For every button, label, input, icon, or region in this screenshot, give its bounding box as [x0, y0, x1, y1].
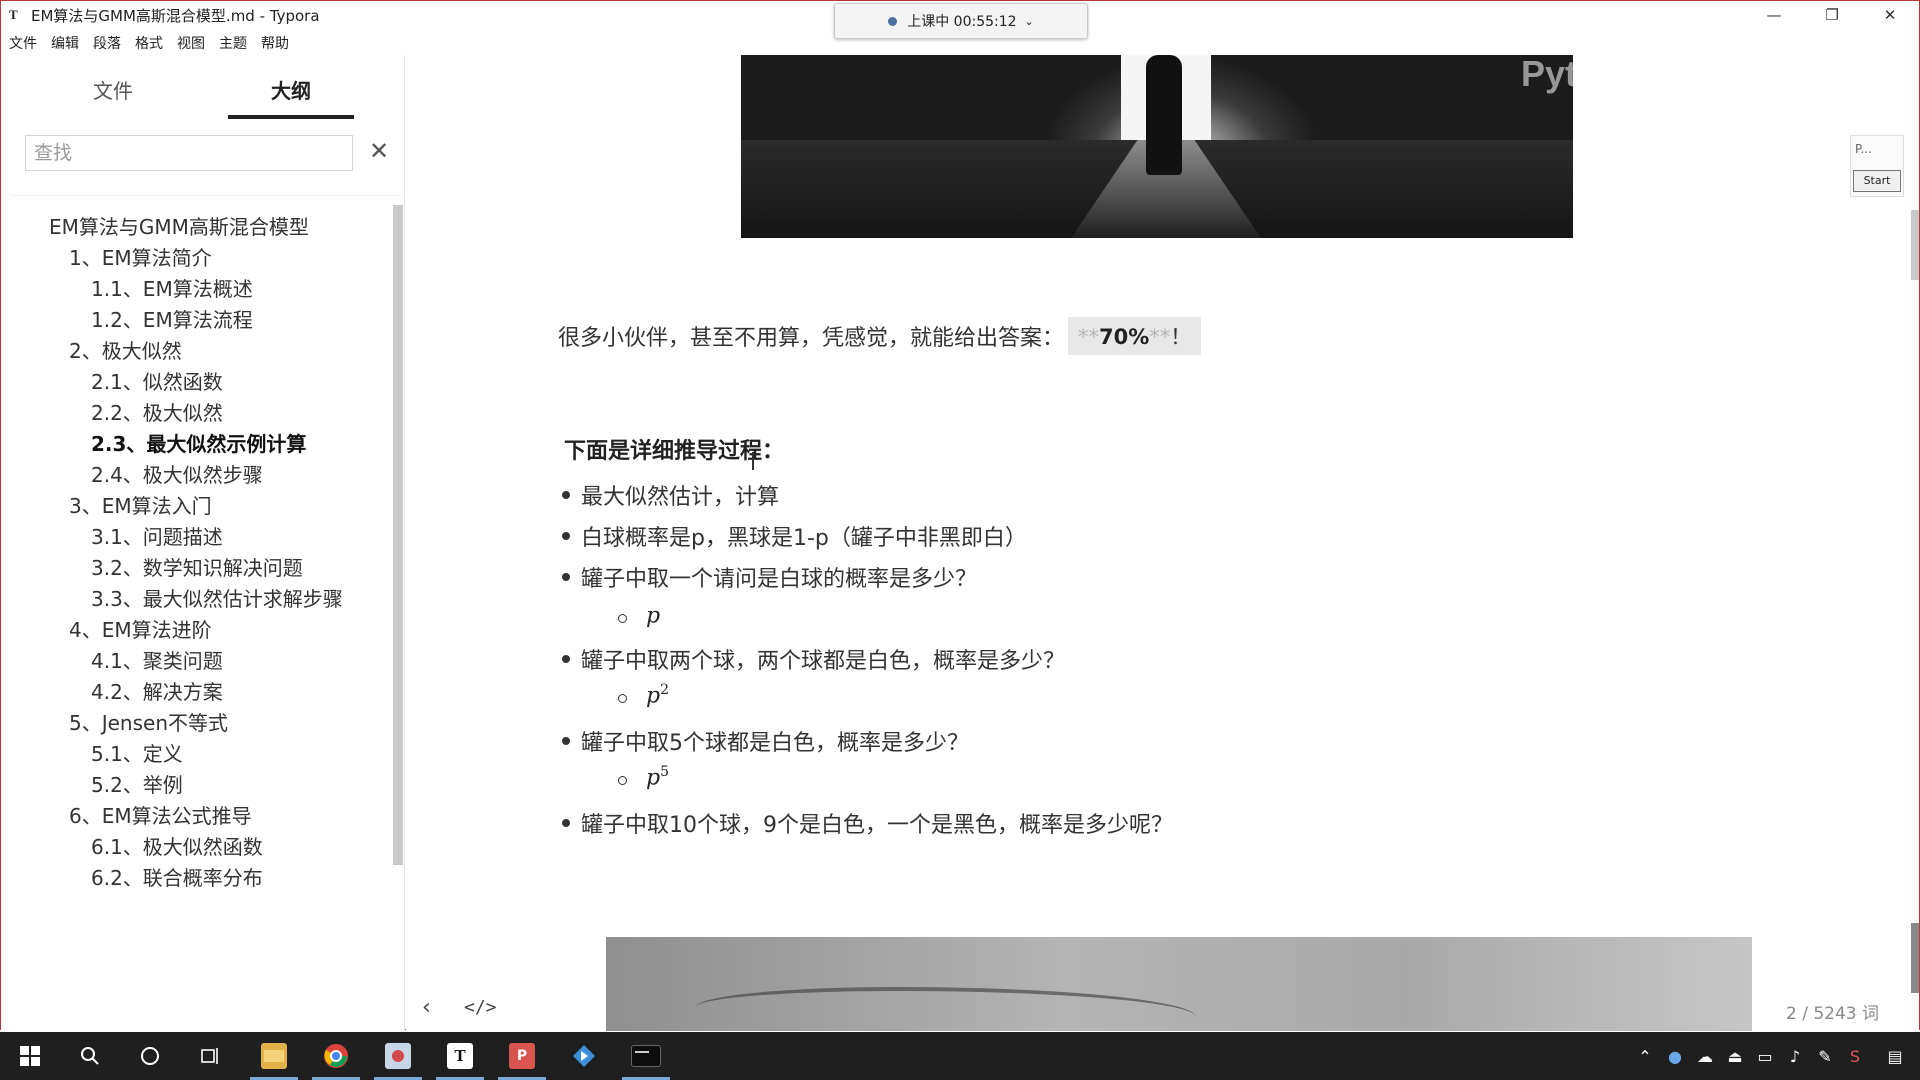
- list-item: 罐子中取10个球，9个是白色，一个是黑色，概率是多少呢？: [562, 807, 1173, 839]
- usb-icon[interactable]: ⏏: [1720, 1047, 1750, 1066]
- notification-icon[interactable]: ▤: [1870, 1047, 1920, 1066]
- ppt-widget: P... Start: [1850, 135, 1904, 197]
- outline-item[interactable]: 6、EM算法公式推导: [69, 800, 252, 829]
- windows-start-icon[interactable]: [0, 1032, 60, 1080]
- paragraph-answer: 很多小伙伴，甚至不用算，凭感觉，就能给出答案： **70%**！: [558, 317, 1202, 355]
- typora-app-icon: T: [9, 7, 18, 22]
- network-icon[interactable]: ▭: [1750, 1047, 1780, 1066]
- text-cursor: [752, 452, 754, 470]
- typora-icon[interactable]: T: [430, 1032, 490, 1080]
- content-scrollbar[interactable]: [1911, 210, 1919, 280]
- recording-dot-icon: [888, 16, 898, 26]
- outline-item[interactable]: 5.1、定义: [91, 738, 183, 767]
- outline-item[interactable]: 1.2、EM算法流程: [91, 304, 253, 333]
- outline-item[interactable]: 2、极大似然: [69, 335, 182, 364]
- outline-item[interactable]: 1.1、EM算法概述: [91, 273, 253, 302]
- start-button[interactable]: Start: [1853, 170, 1901, 192]
- close-button[interactable]: ✕: [1861, 1, 1919, 29]
- handwriting-image: [606, 937, 1752, 1031]
- menu-edit[interactable]: 编辑: [51, 33, 79, 53]
- outline-item[interactable]: 4.1、聚类问题: [91, 645, 223, 674]
- outline-item[interactable]: 6.2、联合概率分布: [91, 862, 263, 891]
- paint-icon[interactable]: [368, 1032, 428, 1080]
- list-item: 罐子中取5个球都是白色，概率是多少？: [562, 725, 969, 757]
- list-item: 罐子中取两个球，两个球都是白色，概率是多少？: [561, 643, 1065, 675]
- outline-item[interactable]: 3.3、最大似然估计求解步骤: [91, 583, 343, 612]
- bilibili-watermark: Pyt bilibili: [1521, 55, 1692, 94]
- file-explorer-icon[interactable]: [244, 1032, 304, 1080]
- outline-item[interactable]: 5、Jensen不等式: [69, 707, 228, 736]
- search-icon[interactable]: [60, 1032, 120, 1080]
- list-item: 罐子中取一个请问是白球的概率是多少？: [561, 561, 977, 593]
- outline-item[interactable]: 4、EM算法进阶: [69, 614, 212, 643]
- close-icon[interactable]: ✕: [365, 137, 393, 165]
- outline-item[interactable]: 3.1、问题描述: [91, 521, 223, 550]
- back-arrow-icon[interactable]: ‹: [422, 995, 431, 1020]
- corridor-image: [741, 55, 1573, 238]
- onedrive-icon[interactable]: ☁: [1690, 1047, 1720, 1066]
- outline-search-input[interactable]: [25, 135, 353, 171]
- list-item: 最大似然估计，计算: [561, 479, 779, 511]
- active-tab-indicator: [228, 115, 354, 119]
- terminal-icon[interactable]: [616, 1032, 676, 1080]
- menu-paragraph[interactable]: 段落: [93, 33, 121, 53]
- outline-item[interactable]: 2.4、极大似然步骤: [91, 459, 263, 488]
- minimize-button[interactable]: —: [1745, 1, 1803, 29]
- pen-icon[interactable]: ✎: [1810, 1047, 1840, 1066]
- ime-icon[interactable]: S: [1840, 1047, 1870, 1066]
- outline-item[interactable]: 2.3、最大似然示例计算: [91, 428, 306, 457]
- outline-item[interactable]: 5.2、举例: [91, 769, 183, 798]
- menu-help[interactable]: 帮助: [261, 33, 289, 53]
- sidebar-scrollbar[interactable]: [393, 205, 403, 865]
- typora-window: T EM算法与GMM高斯混合模型.md - Typora — ❐ ✕ 上课中 0…: [0, 0, 1920, 1031]
- editor-content: Pyt bilibili 很多小伙伴，甚至不用算，凭感觉，就能给出答案： **7…: [406, 55, 1919, 1031]
- answer-highlight: **70%**！: [1068, 317, 1202, 355]
- math-sub-item: p5: [617, 764, 670, 791]
- cortana-icon[interactable]: [120, 1032, 180, 1080]
- maximize-button[interactable]: ❐: [1803, 1, 1861, 29]
- math-sub-item: p2: [617, 682, 670, 709]
- chevron-up-icon[interactable]: ⌃: [1630, 1047, 1660, 1066]
- list-item: 白球概率是p，黑球是1-p（罐子中非黑即白）: [562, 520, 1027, 552]
- outline-item[interactable]: EM算法与GMM高斯混合模型: [49, 211, 309, 240]
- timer-label: 上课中 00:55:12: [907, 14, 1017, 30]
- chevron-down-icon[interactable]: ⌄: [1025, 15, 1034, 28]
- menu-format[interactable]: 格式: [135, 33, 163, 53]
- outline-item[interactable]: 3.2、数学知识解决问题: [91, 552, 303, 581]
- math-sub-item: p: [617, 603, 661, 629]
- menu-bar: 文件 编辑 段落 格式 视图 主题 帮助: [1, 31, 295, 55]
- tab-files[interactable]: 文件: [93, 75, 133, 104]
- source-mode-icon[interactable]: </>: [464, 997, 497, 1018]
- sidebar: 文件 大纲 ✕ EM算法与GMM高斯混合模型1、EM算法简介1.1、EM算法概述…: [1, 55, 405, 1031]
- tray-app-icon[interactable]: ●: [1660, 1047, 1690, 1066]
- word-count[interactable]: 2 / 5243 词: [1786, 999, 1879, 1024]
- outline-item[interactable]: 2.2、极大似然: [91, 397, 223, 426]
- derivation-heading: 下面是详细推导过程：: [564, 439, 785, 464]
- outline-item[interactable]: 4.2、解决方案: [91, 676, 223, 705]
- window-title: EM算法与GMM高斯混合模型.md - Typora: [31, 6, 320, 25]
- menu-file[interactable]: 文件: [9, 33, 37, 53]
- app-arrow-icon[interactable]: [554, 1032, 614, 1080]
- outline-item[interactable]: 6.1、极大似然函数: [91, 831, 263, 860]
- outline-item[interactable]: 1、EM算法简介: [69, 242, 212, 271]
- menu-view[interactable]: 视图: [177, 33, 205, 53]
- task-view-icon[interactable]: [180, 1032, 240, 1080]
- tab-outline[interactable]: 大纲: [271, 75, 311, 104]
- menu-theme[interactable]: 主题: [219, 33, 247, 53]
- outline-item[interactable]: 2.1、似然函数: [91, 366, 223, 395]
- taskbar: T P ⌃ ● ☁ ⏏ ▭ ♪ ✎ S ▤: [0, 1032, 1920, 1080]
- sidebar-divider: [11, 195, 401, 196]
- wps-pdf-icon[interactable]: P: [492, 1032, 552, 1080]
- class-timer[interactable]: 上课中 00:55:12 ⌄: [834, 3, 1088, 39]
- system-tray: ⌃ ● ☁ ⏏ ▭ ♪ ✎ S ▤: [1630, 1032, 1920, 1080]
- window-controls: — ❐ ✕: [1745, 1, 1919, 29]
- ppt-label: P...: [1855, 142, 1872, 156]
- outline-item[interactable]: 3、EM算法入门: [69, 490, 212, 519]
- paragraph-text: 很多小伙伴，甚至不用算，凭感觉，就能给出答案：: [558, 326, 1065, 351]
- content-scrollbar-lower[interactable]: [1911, 923, 1919, 993]
- volume-icon[interactable]: ♪: [1780, 1047, 1810, 1066]
- chrome-icon[interactable]: [306, 1032, 366, 1080]
